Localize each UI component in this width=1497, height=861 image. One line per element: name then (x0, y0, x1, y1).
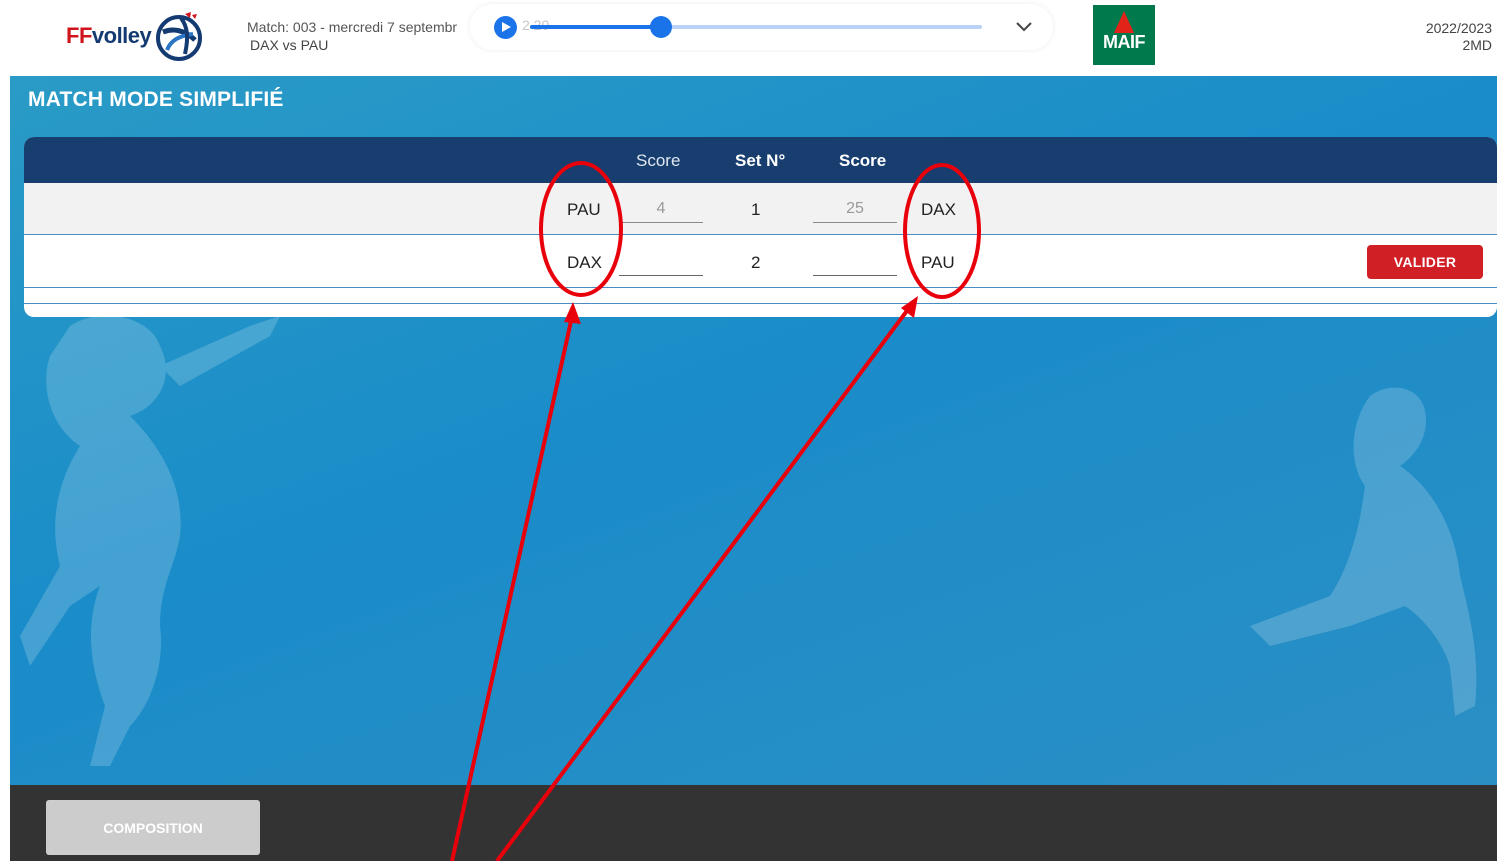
ffvolley-logo: FF volley (66, 10, 205, 62)
score-right-field[interactable] (813, 248, 897, 276)
player-silhouette-right (1250, 387, 1477, 716)
top-header: FF volley Match: 003 - mercredi 7 septemb… (0, 0, 1497, 76)
score-right-field[interactable] (813, 195, 897, 223)
player-silhouette-left (20, 315, 280, 766)
table-row: DAX 2 PAU VALIDER (24, 236, 1497, 288)
team-right-name: DAX (921, 200, 956, 219)
match-title: Match: 003 - mercredi 7 septembr (247, 19, 458, 35)
match-teams: DAX vs PAU (250, 37, 329, 53)
logo-ff-text: FF (66, 23, 92, 48)
playback-slider-thumb[interactable] (650, 16, 673, 38)
table-divider (24, 303, 1497, 304)
team-right-name: PAU (921, 253, 955, 272)
maif-logo-text: MAIF (1103, 32, 1146, 52)
set-number-header: Set N° (735, 151, 786, 170)
season-info: 2022/2023 2MD (1426, 20, 1492, 54)
set-number: 1 (751, 200, 761, 219)
score-table-header: Score Set N° Score (24, 137, 1497, 183)
team-left-name: DAX (567, 253, 602, 272)
score-right-header: Score (839, 151, 887, 170)
volleyball-icon (156, 12, 203, 61)
team-left-name: PAU (567, 200, 601, 219)
play-icon[interactable] (494, 16, 517, 39)
score-table: Score Set N° Score PAU 1 DAX DAX 2 PAU V… (24, 137, 1497, 317)
season-label: 2022/2023 (1425, 20, 1492, 36)
score-left-field[interactable] (619, 248, 703, 276)
playback-slider[interactable] (530, 16, 982, 38)
logo-volley-text: volley (91, 23, 152, 48)
score-left-header: Score (636, 151, 681, 170)
maif-triangle-icon (1114, 11, 1134, 33)
division-label: 2MD (1462, 37, 1492, 53)
playback-slider-fill (530, 25, 662, 29)
bottom-bar: COMPOSITION (10, 785, 1497, 861)
score-left-field[interactable] (619, 195, 703, 223)
match-info: Match: 003 - mercredi 7 septembr DAX vs … (247, 18, 457, 54)
page-title: MATCH MODE SIMPLIFIÉ (28, 88, 284, 111)
valider-button[interactable]: VALIDER (1367, 245, 1483, 279)
maif-logo: MAIF (1093, 5, 1155, 65)
chevron-down-icon[interactable] (1014, 16, 1034, 36)
table-row: PAU 1 DAX (24, 183, 1497, 235)
composition-button[interactable]: COMPOSITION (46, 800, 260, 855)
set-number: 2 (751, 253, 761, 272)
